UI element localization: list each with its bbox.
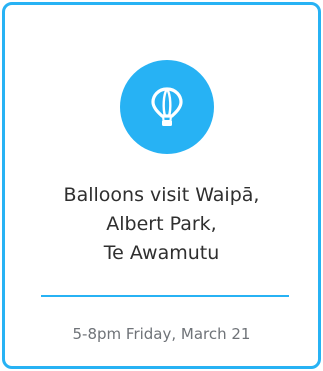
event-card[interactable]: Balloons visit Waipā, Albert Park, Te Aw… [2, 2, 321, 369]
hot-air-balloon-icon [151, 87, 183, 126]
event-icon-badge [120, 60, 214, 154]
divider [41, 295, 289, 297]
event-title: Balloons visit Waipā, Albert Park, Te Aw… [5, 181, 318, 268]
event-title-line: Te Awamutu [103, 242, 220, 264]
event-title-line: Balloons visit Waipā, [63, 184, 260, 206]
event-date: 5-8pm Friday, March 21 [72, 325, 251, 343]
event-title-line: Albert Park, [106, 213, 217, 235]
